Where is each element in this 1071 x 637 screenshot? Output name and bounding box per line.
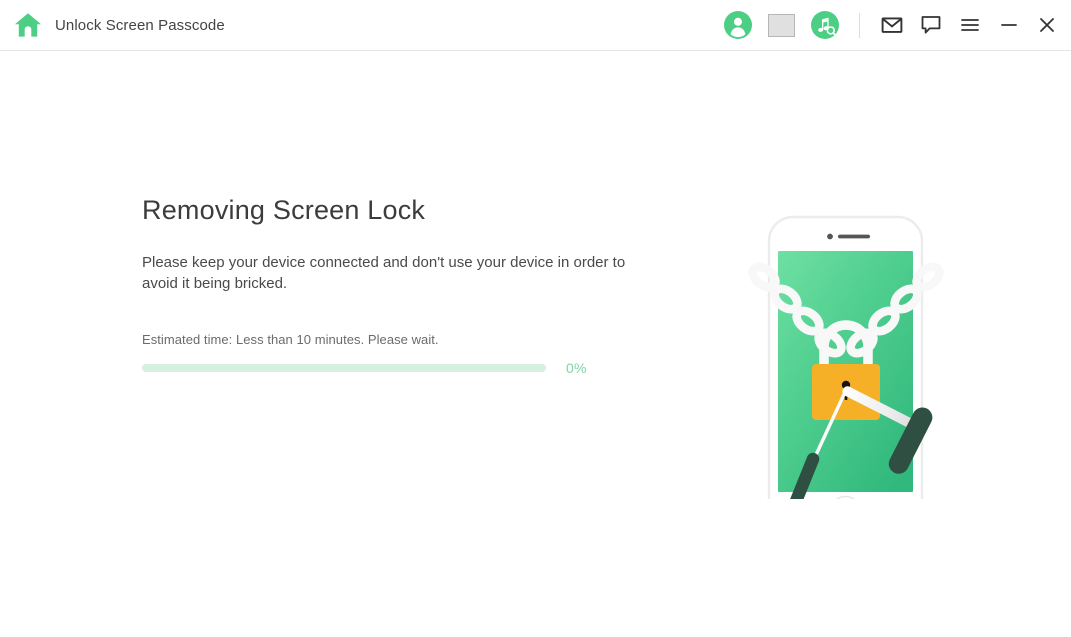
page-description: Please keep your device connected and do… — [142, 253, 626, 292]
mail-icon[interactable] — [881, 14, 921, 36]
application-window: Unlock Screen Passcode Removing Screen L… — [0, 0, 1071, 637]
title-bar-right-group — [724, 11, 1071, 39]
close-icon[interactable] — [1038, 16, 1056, 34]
phone-lock-picking-illustration — [742, 159, 972, 499]
minimize-icon[interactable] — [1000, 16, 1038, 34]
page-title: Removing Screen Lock — [142, 195, 426, 225]
placeholder-square-icon[interactable] — [768, 13, 795, 37]
main-content: Removing Screen Lock Please keep your de… — [0, 51, 1071, 637]
progress-percent-label: 0% — [566, 360, 587, 376]
music-search-icon[interactable] — [811, 11, 859, 39]
menu-icon[interactable] — [960, 15, 1000, 35]
title-bar: Unlock Screen Passcode — [0, 0, 1071, 51]
feedback-chat-icon[interactable] — [921, 15, 960, 35]
status-text-block: Removing Screen Lock Please keep your de… — [142, 195, 662, 294]
home-icon[interactable] — [14, 12, 55, 38]
estimated-time-label: Estimated time: Less than 10 minutes. Pl… — [142, 332, 439, 347]
title-bar-left-group: Unlock Screen Passcode — [0, 12, 225, 38]
toolbar-divider — [859, 12, 860, 38]
progress-bar — [142, 364, 546, 372]
progress-area: Estimated time: Less than 10 minutes. Pl… — [142, 332, 612, 376]
window-title: Unlock Screen Passcode — [55, 16, 225, 34]
progress-row: 0% — [142, 360, 612, 376]
account-avatar-icon[interactable] — [724, 11, 768, 39]
